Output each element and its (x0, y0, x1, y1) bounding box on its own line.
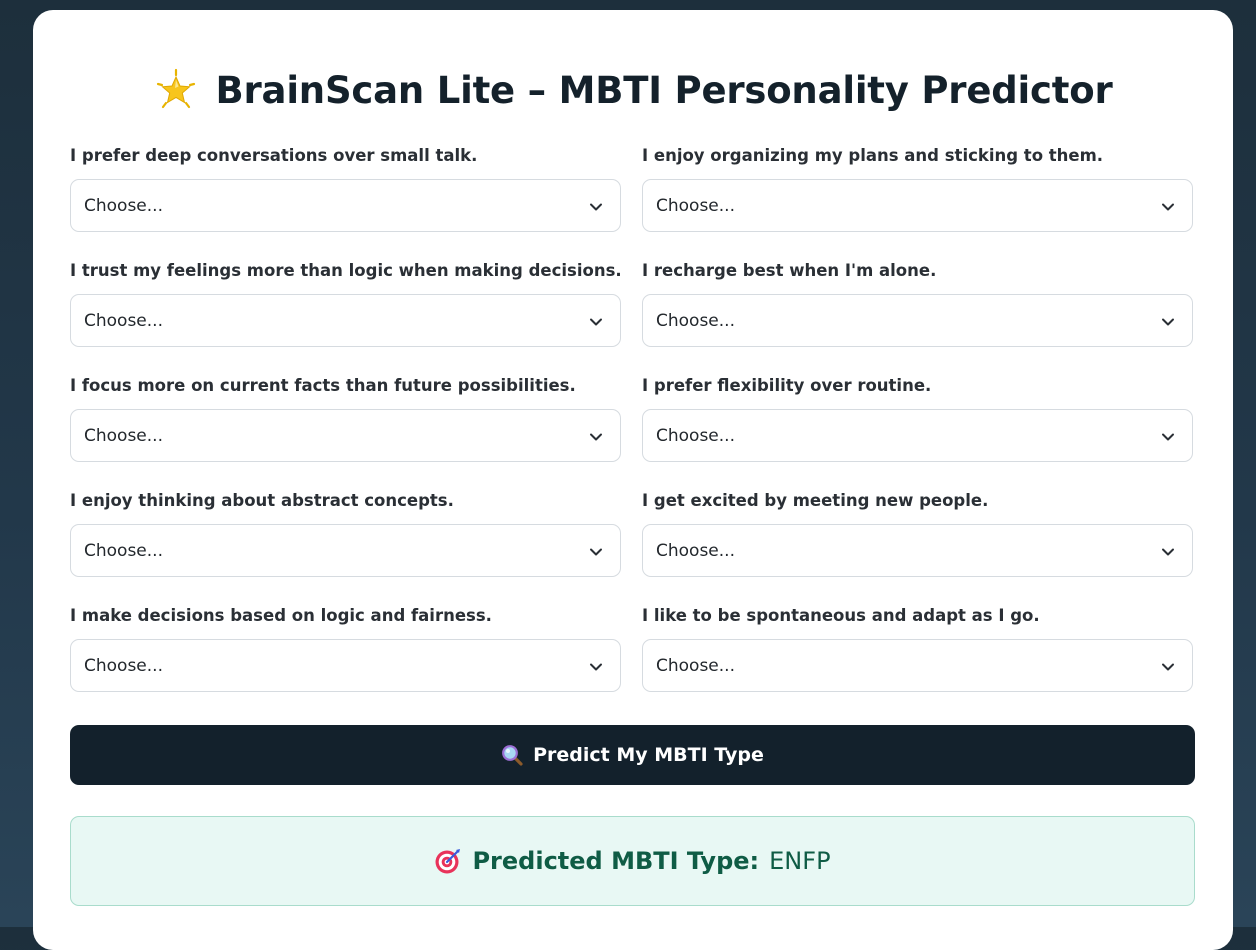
predict-button[interactable]: Predict My MBTI Type (70, 725, 1195, 785)
question-label: I trust my feelings more than logic when… (70, 261, 622, 280)
select-value: Choose... (84, 311, 163, 331)
answer-select[interactable]: Choose... (70, 294, 621, 347)
magnifying-glass-icon (502, 745, 523, 766)
question-label: I enjoy thinking about abstract concepts… (70, 491, 454, 510)
answer-select[interactable]: Choose... (70, 409, 621, 462)
question-field: I get excited by meeting new people. Cho… (642, 488, 1195, 603)
question-field: I prefer deep conversations over small t… (70, 143, 623, 258)
select-value: Choose... (84, 541, 163, 561)
select-value: Choose... (656, 656, 735, 676)
select-value: Choose... (656, 196, 735, 216)
chevron-down-icon (590, 663, 602, 671)
question-field: I prefer flexibility over routine. Choos… (642, 373, 1195, 488)
question-label: I recharge best when I'm alone. (642, 261, 937, 280)
predict-button-label: Predict My MBTI Type (533, 744, 764, 766)
select-value: Choose... (84, 426, 163, 446)
chevron-down-icon (590, 548, 602, 556)
chevron-down-icon (590, 433, 602, 441)
question-field: I enjoy organizing my plans and sticking… (642, 143, 1195, 258)
chevron-down-icon (1162, 663, 1174, 671)
question-field: I trust my feelings more than logic when… (70, 258, 623, 373)
answer-select[interactable]: Choose... (642, 409, 1193, 462)
chevron-down-icon (1162, 548, 1174, 556)
answer-select[interactable]: Choose... (642, 294, 1193, 347)
result-label: Predicted MBTI Type: (472, 847, 760, 875)
target-icon (435, 849, 461, 874)
select-value: Choose... (656, 426, 735, 446)
chevron-down-icon (590, 318, 602, 326)
question-grid: I prefer deep conversations over small t… (70, 143, 1195, 718)
select-value: Choose... (656, 311, 735, 331)
answer-select[interactable]: Choose... (70, 179, 621, 232)
question-label: I like to be spontaneous and adapt as I … (642, 606, 1040, 625)
answer-select[interactable]: Choose... (642, 179, 1193, 232)
result-value: ENFP (769, 847, 831, 875)
page-title: BrainScan Lite – MBTI Personality Predic… (215, 68, 1113, 112)
chevron-down-icon (1162, 203, 1174, 211)
chevron-down-icon (590, 203, 602, 211)
question-label: I focus more on current facts than futur… (70, 376, 576, 395)
question-label: I prefer deep conversations over small t… (70, 146, 478, 165)
question-label: I prefer flexibility over routine. (642, 376, 932, 395)
question-field: I focus more on current facts than futur… (70, 373, 623, 488)
chevron-down-icon (1162, 433, 1174, 441)
question-field: I recharge best when I'm alone. Choose..… (642, 258, 1195, 373)
answer-select[interactable]: Choose... (642, 524, 1193, 577)
result-panel: Predicted MBTI Type: ENFP (70, 816, 1195, 906)
page-header: BrainScan Lite – MBTI Personality Predic… (33, 62, 1233, 118)
select-value: Choose... (84, 656, 163, 676)
select-value: Choose... (84, 196, 163, 216)
glowing-star-icon (156, 68, 195, 109)
select-value: Choose... (656, 541, 735, 561)
question-label: I make decisions based on logic and fair… (70, 606, 492, 625)
question-field: I enjoy thinking about abstract concepts… (70, 488, 623, 603)
question-field: I like to be spontaneous and adapt as I … (642, 603, 1195, 718)
answer-select[interactable]: Choose... (70, 639, 621, 692)
predictor-card: BrainScan Lite – MBTI Personality Predic… (33, 10, 1233, 950)
question-label: I get excited by meeting new people. (642, 491, 989, 510)
chevron-down-icon (1162, 318, 1174, 326)
question-label: I enjoy organizing my plans and sticking… (642, 146, 1104, 165)
answer-select[interactable]: Choose... (642, 639, 1193, 692)
question-field: I make decisions based on logic and fair… (70, 603, 623, 718)
answer-select[interactable]: Choose... (70, 524, 621, 577)
